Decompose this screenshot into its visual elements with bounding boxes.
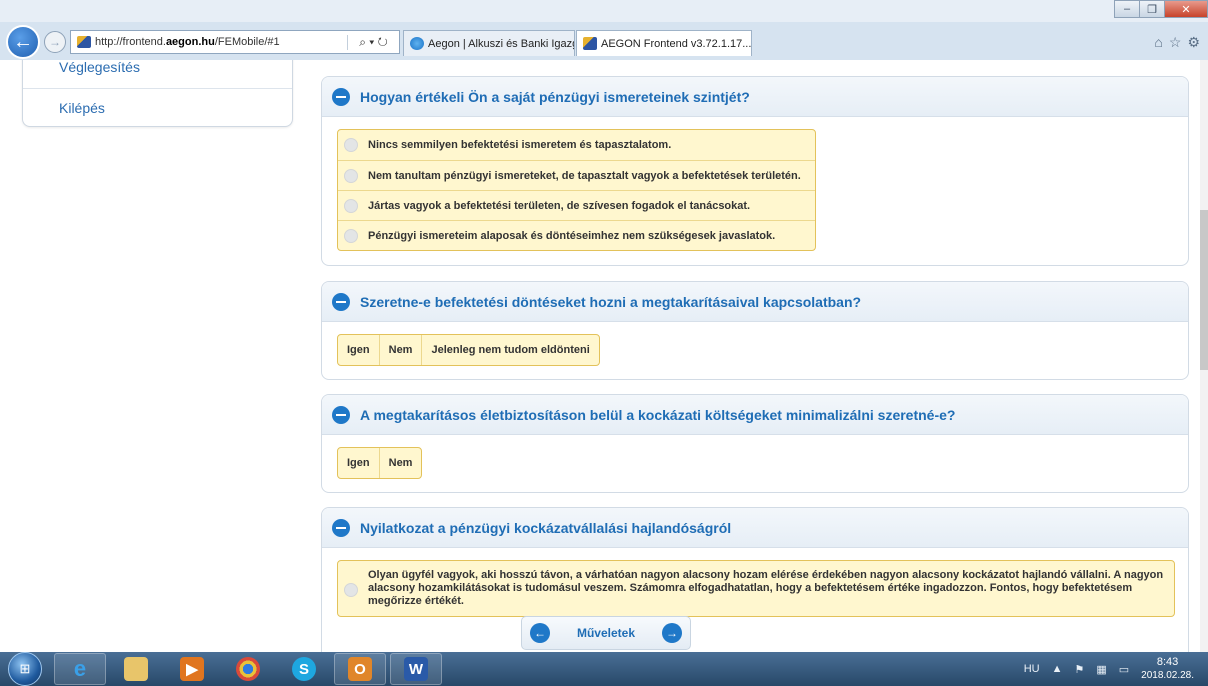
panel-header[interactable]: Szeretne-e befektetési döntéseket hozni … <box>322 282 1188 322</box>
clock[interactable]: 8:43 2018.02.28. <box>1141 656 1194 682</box>
previous-arrow-icon[interactable]: ← <box>530 623 550 643</box>
option-item[interactable]: Pénzügyi ismereteim alaposak és döntései… <box>338 220 815 250</box>
question-title: Nyilatkozat a pénzügyi kockázatvállalási… <box>360 519 732 536</box>
radio-icon[interactable] <box>344 583 358 597</box>
clock-time: 8:43 <box>1156 656 1179 668</box>
chrome-icon[interactable] <box>222 653 274 685</box>
question-title: Hogyan értékeli Ön a saját pénzügyi isme… <box>360 88 750 105</box>
scrollbar-thumb[interactable] <box>1200 210 1208 370</box>
favorites-star-icon[interactable]: ☆ <box>1169 34 1182 51</box>
option-item[interactable]: Olyan ügyfél vagyok, aki hosszú távon, a… <box>337 560 1175 617</box>
actions-navigation: ← Műveletek → <box>521 616 691 650</box>
home-icon[interactable]: ⌂ <box>1154 34 1162 51</box>
word-icon[interactable]: W <box>390 653 442 685</box>
language-indicator[interactable]: HU <box>1024 663 1040 675</box>
collapse-minus-icon[interactable] <box>332 405 350 424</box>
panel-header[interactable]: A megtakarításos életbiztosításon belül … <box>322 395 1188 435</box>
tab-aegon-alkuszi[interactable]: Aegon | Alkuszi és Banki Igazg... <box>403 30 575 56</box>
ie-favicon-icon <box>410 37 424 50</box>
segmented-choice: Igen Nem <box>337 447 423 479</box>
choice-nem-button[interactable]: Nem <box>378 448 422 478</box>
collapse-minus-icon[interactable] <box>332 292 350 311</box>
close-window-icon[interactable]: ✕ <box>1164 0 1208 18</box>
choice-nem-button[interactable]: Nem <box>378 335 422 365</box>
panel-header[interactable]: Nyilatkozat a pénzügyi kockázatvállalási… <box>322 508 1188 548</box>
windows-taskbar: ⊞ e ▶ S O W HU ▲ ⚑ ▦ ▭ 8:43 2018.02.28. <box>0 652 1208 686</box>
sidebar-item-kilepes[interactable]: Kilépés <box>23 88 292 126</box>
browser-toolbar-icons: ⌂ ☆ ⚙ <box>1154 34 1200 51</box>
address-bar[interactable]: http://frontend.aegon.hu/FEMobile/#1 ⌕ ▾… <box>70 30 400 54</box>
minimize-icon[interactable]: – <box>1114 0 1140 18</box>
radio-icon[interactable] <box>344 228 358 243</box>
panel-header[interactable]: Hogyan értékeli Ön a saját pénzügyi isme… <box>322 77 1188 117</box>
maximize-icon[interactable]: ❐ <box>1139 0 1165 18</box>
option-item[interactable]: Jártas vagyok a befektetési területen, d… <box>338 190 815 220</box>
window-controls: – ❐ ✕ <box>1114 0 1208 18</box>
clock-date: 2018.02.28. <box>1141 670 1194 681</box>
url-text[interactable]: http://frontend.aegon.hu/FEMobile/#1 <box>95 36 347 48</box>
page-scrollbar[interactable] <box>1200 60 1208 652</box>
tab-aegon-frontend[interactable]: AEGON Frontend v3.72.1.17... × <box>576 30 752 56</box>
question-title: Szeretne-e befektetési döntéseket hozni … <box>360 293 862 310</box>
outlook-icon[interactable]: O <box>334 653 386 685</box>
option-list: Nincs semmilyen befektetési ismeretem és… <box>337 129 816 251</box>
question-title: A megtakarításos életbiztosításon belül … <box>360 406 956 423</box>
question-panel-risk-costs: A megtakarításos életbiztosításon belül … <box>321 394 1189 493</box>
collapse-minus-icon[interactable] <box>332 518 350 537</box>
forward-arrow-icon[interactable]: → <box>44 31 66 53</box>
skype-icon[interactable]: S <box>278 653 330 685</box>
choice-igen-button[interactable]: Igen <box>338 335 379 365</box>
search-refresh-icon[interactable]: ⌕ ▾ ↻ <box>347 34 399 50</box>
option-item[interactable]: Nem tanultam pénzügyi ismereteket, de ta… <box>338 160 815 190</box>
choice-undecided-button[interactable]: Jelenleg nem tudom eldönteni <box>421 335 598 365</box>
question-panel-decisions: Szeretne-e befektetési döntéseket hozni … <box>321 281 1189 380</box>
tab-label: Aegon | Alkuszi és Banki Igazg... <box>428 37 575 50</box>
radio-icon[interactable] <box>344 138 358 152</box>
volume-icon[interactable]: ▭ <box>1119 663 1129 676</box>
question-panel-knowledge: Hogyan értékeli Ön a saját pénzügyi isme… <box>321 76 1189 266</box>
tray-expand-icon[interactable]: ▲ <box>1052 663 1063 675</box>
sidebar-item-veglegesites[interactable]: Véglegesítés <box>23 60 292 88</box>
action-center-flag-icon[interactable]: ⚑ <box>1074 663 1084 676</box>
sidebar-menu: Véglegesítés Kilépés <box>22 60 293 127</box>
browser-chrome: – ❐ ✕ ← → http://frontend.aegon.hu/FEMob… <box>0 0 1208 60</box>
question-panel-risk-appetite: Nyilatkozat a pénzügyi kockázatvállalási… <box>321 507 1189 652</box>
back-arrow-icon[interactable]: ← <box>6 25 40 59</box>
tab-label: AEGON Frontend v3.72.1.17... <box>601 37 752 50</box>
choice-igen-button[interactable]: Igen <box>338 448 379 478</box>
option-item[interactable]: Nincs semmilyen befektetési ismeretem és… <box>338 130 815 160</box>
title-bar <box>0 0 1208 22</box>
radio-icon[interactable] <box>344 168 358 183</box>
collapse-minus-icon[interactable] <box>332 87 350 106</box>
aegon-favicon-icon <box>77 36 91 48</box>
page-content: Véglegesítés Kilépés Hogyan értékeli Ön … <box>0 60 1208 652</box>
file-explorer-icon[interactable] <box>110 653 162 685</box>
system-tray: HU ▲ ⚑ ▦ ▭ 8:43 2018.02.28. <box>1024 652 1194 686</box>
media-player-icon[interactable]: ▶ <box>166 653 218 685</box>
actions-button[interactable]: Műveletek <box>577 626 635 640</box>
radio-icon[interactable] <box>344 198 358 213</box>
option-text: Olyan ügyfél vagyok, aki hosszú távon, a… <box>368 569 1164 607</box>
network-icon[interactable]: ▦ <box>1096 663 1106 676</box>
internet-explorer-icon[interactable]: e <box>54 653 106 685</box>
aegon-favicon-icon <box>583 37 597 50</box>
next-arrow-icon[interactable]: → <box>662 623 682 643</box>
segmented-choice: Igen Nem Jelenleg nem tudom eldönteni <box>337 334 600 366</box>
taskbar-apps: e ▶ S O W <box>54 653 442 685</box>
settings-gear-icon[interactable]: ⚙ <box>1187 34 1200 51</box>
start-button-icon[interactable]: ⊞ <box>8 652 42 686</box>
